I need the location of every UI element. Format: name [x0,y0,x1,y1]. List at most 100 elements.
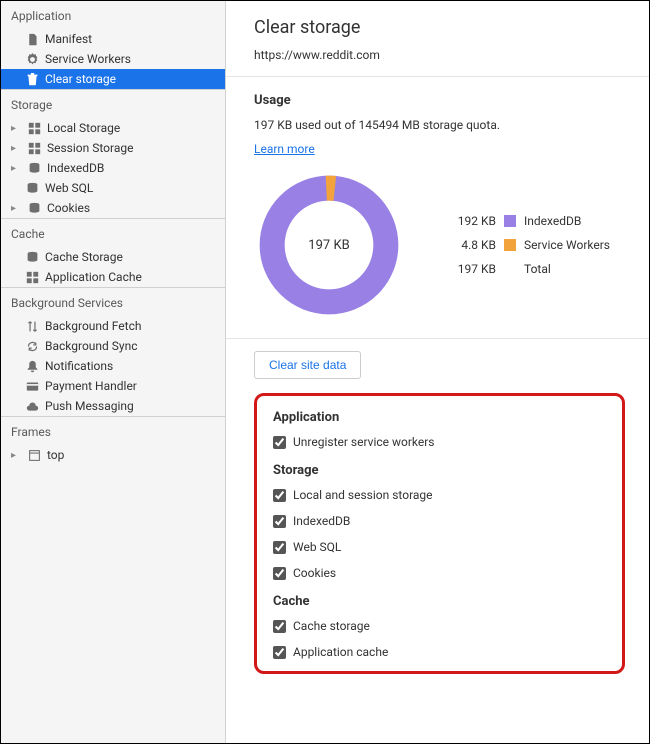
sidebar-item-notifications[interactable]: Notifications [1,356,225,376]
option-label: Unregister service workers [293,435,435,449]
option-web-sql[interactable]: Web SQL [273,540,606,554]
usage-text: 197 KB used out of 145494 MB storage quo… [254,118,627,132]
donut-center-label: 197 KB [254,170,404,320]
option-label: Web SQL [293,540,341,554]
options-group-title: Cache [273,594,606,609]
legend-size: 192 KB [448,214,496,228]
checkbox[interactable] [273,541,286,554]
sidebar-item-label: Cache Storage [45,250,123,264]
sidebar-group-title: Cache [1,218,225,247]
sidebar-item-label: Push Messaging [45,399,134,413]
sidebar-group-title: Application [1,1,225,29]
sidebar-item-manifest[interactable]: Manifest [1,29,225,49]
sidebar-item-label: Background Sync [45,339,137,353]
card-icon [25,379,39,393]
page-title: Clear storage [254,17,627,38]
option-label: Local and session storage [293,488,433,502]
checkbox[interactable] [273,620,286,633]
sidebar-group-title: Frames [1,416,225,445]
file-icon [25,32,39,46]
usage-title: Usage [254,93,627,108]
sidebar-item-label: Cookies [47,201,90,215]
legend-name: IndexedDB [524,214,581,228]
checkbox[interactable] [273,646,286,659]
sidebar-item-session-storage[interactable]: ▸ Session Storage [1,138,225,158]
option-label: IndexedDB [293,514,350,528]
sidebar-item-payment-handler[interactable]: Payment Handler [1,376,225,396]
updown-icon [25,319,39,333]
db-icon [25,181,39,195]
checkbox[interactable] [273,436,286,449]
gear-icon [25,52,39,66]
sidebar-item-background-sync[interactable]: Background Sync [1,336,225,356]
option-application-cache[interactable]: Application cache [273,645,606,659]
sidebar-item-service-workers[interactable]: Service Workers [1,49,225,69]
legend-name: Total [524,262,551,276]
legend-name: Service Workers [524,238,610,252]
legend-size: 197 KB [448,262,496,276]
sidebar-item-cache-storage[interactable]: Cache Storage [1,247,225,267]
option-unregister-service-workers[interactable]: Unregister service workers [273,435,606,449]
grid-icon [27,121,41,135]
sidebar-item-cookies[interactable]: ▸ Cookies [1,198,225,218]
storage-url: https://www.reddit.com [254,48,627,62]
sidebar-item-label: Session Storage [47,141,133,155]
sidebar-item-label: Web SQL [45,181,93,195]
option-indexeddb[interactable]: IndexedDB [273,514,606,528]
sidebar-item-clear-storage[interactable]: Clear storage [1,69,225,89]
option-local-and-session-storage[interactable]: Local and session storage [273,488,606,502]
sidebar-item-label: top [47,448,64,462]
db-icon [25,250,39,264]
sidebar-item-push-messaging[interactable]: Push Messaging [1,396,225,416]
sidebar-item-indexeddb[interactable]: ▸IndexedDB [1,158,225,178]
chevron-right-icon: ▸ [11,123,21,134]
legend-row: 192 KB IndexedDB [448,214,610,228]
sidebar-item-web-sql[interactable]: Web SQL [1,178,225,198]
sidebar-item-label: Notifications [45,359,113,373]
sidebar-item-label: Manifest [45,32,92,46]
sidebar-item-top[interactable]: ▸ top [1,445,225,465]
sync-icon [25,339,39,353]
grid-icon [25,270,39,284]
legend-row: 197 KB Total [448,262,610,276]
option-cache-storage[interactable]: Cache storage [273,619,606,633]
sidebar-item-label: IndexedDB [47,161,104,175]
legend-swatch [504,215,516,227]
sidebar-item-label: Payment Handler [45,379,137,393]
db-icon [27,161,41,175]
bell-icon [25,359,39,373]
sidebar-group-title: Storage [1,89,225,118]
clear-site-data-button[interactable]: Clear site data [254,351,361,379]
chevron-right-icon: ▸ [11,203,21,214]
window-icon [27,448,41,462]
option-cookies[interactable]: Cookies [273,566,606,580]
legend-swatch [504,239,516,251]
legend-row: 4.8 KB Service Workers [448,238,610,252]
option-label: Cookies [293,566,336,580]
options-group-title: Application [273,410,606,425]
sidebar-item-label: Application Cache [45,270,142,284]
options-group-title: Storage [273,463,606,478]
usage-legend: 192 KB IndexedDB 4.8 KB Service Workers 197 … [448,214,610,276]
sidebar-item-local-storage[interactable]: ▸ Local Storage [1,118,225,138]
sidebar-item-label: Service Workers [45,52,131,66]
sidebar-item-background-fetch[interactable]: Background Fetch [1,316,225,336]
chevron-right-icon: ▸ [11,143,21,154]
legend-size: 4.8 KB [448,238,496,252]
sidebar-group-title: Background Services [1,287,225,316]
chevron-right-icon: ▸ [11,450,21,461]
sidebar: Application Manifest Service Workers Clear … [1,1,226,743]
learn-more-link[interactable]: Learn more [254,142,315,156]
sidebar-item-label: Local Storage [47,121,120,135]
sidebar-item-application-cache[interactable]: Application Cache [1,267,225,287]
cloud-icon [25,399,39,413]
checkbox[interactable] [273,515,286,528]
grid-icon [27,141,41,155]
db-icon [27,201,41,215]
sidebar-item-label: Clear storage [45,72,116,86]
checkbox[interactable] [273,567,286,580]
main-panel: Clear storage https://www.reddit.com Usa… [226,1,649,743]
checkbox[interactable] [273,489,286,502]
trash-icon [25,72,39,86]
usage-donut-chart: 197 KB [254,170,404,320]
